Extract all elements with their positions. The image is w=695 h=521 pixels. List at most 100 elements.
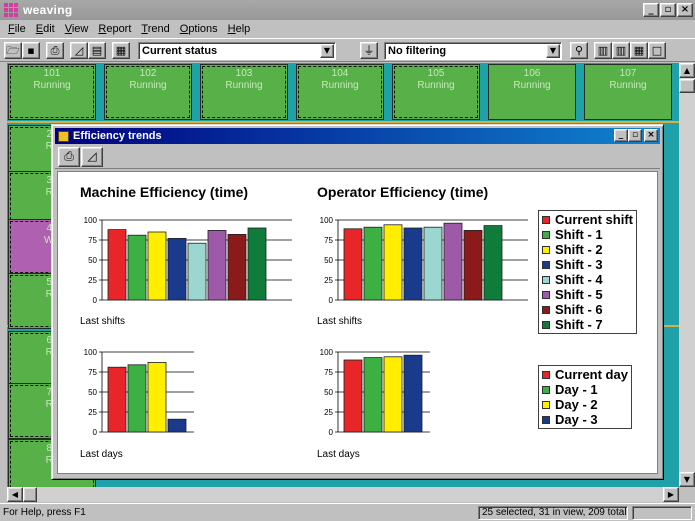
view-medium-icon[interactable]: ▥ bbox=[612, 42, 630, 59]
menu-report[interactable]: Report bbox=[93, 23, 136, 35]
filter-icon[interactable]: ⏚ bbox=[360, 42, 378, 59]
legend-swatch bbox=[542, 320, 550, 329]
chevron-down-icon[interactable]: ▼ bbox=[546, 44, 560, 58]
save-icon[interactable]: ▪ bbox=[22, 42, 40, 59]
open-folder-icon[interactable]: 🗁 bbox=[4, 42, 22, 59]
view-large-icon[interactable]: ▥ bbox=[594, 42, 612, 59]
view-single-icon[interactable]: □ bbox=[648, 42, 666, 59]
filter-select[interactable]: No filtering ▼ bbox=[384, 42, 562, 60]
legend-item: Shift - 3 bbox=[542, 257, 633, 272]
trend-title-bar[interactable]: Efficiency trends _ ▫ × bbox=[55, 128, 660, 144]
machine-shift-caption: Last shifts bbox=[80, 316, 126, 327]
bar-shift-2 bbox=[383, 224, 403, 301]
machine-tile[interactable]: 107 Running bbox=[584, 64, 672, 120]
menu-edit[interactable]: Edit bbox=[31, 23, 60, 35]
maximize-button[interactable]: ▫ bbox=[660, 3, 676, 17]
machine-day-chart: 0 25 50 75 100 bbox=[84, 348, 194, 437]
bar-shift-5 bbox=[443, 222, 463, 301]
bar-day-1 bbox=[127, 364, 147, 433]
horizontal-scrollbar[interactable]: ◀ ▶ bbox=[7, 487, 679, 502]
legend-label: Shift - 7 bbox=[555, 317, 603, 332]
print-preview-icon[interactable]: ▤ bbox=[88, 42, 106, 59]
chart-area: Machine Efficiency (time) Operator Effic… bbox=[57, 171, 658, 474]
legend-item: Shift - 2 bbox=[542, 242, 633, 257]
chart-type-icon[interactable]: ◿ bbox=[81, 147, 103, 167]
day-legend: Current day Day - 1 Day - 2 Day - 3 bbox=[538, 365, 632, 429]
chevron-down-icon[interactable]: ▼ bbox=[320, 44, 334, 58]
search-icon[interactable]: ⚲ bbox=[570, 42, 588, 59]
efficiency-trends-window[interactable]: Efficiency trends _ ▫ × ⎙ ◿ Machine Effi… bbox=[51, 124, 664, 480]
menu-help[interactable]: Help bbox=[223, 23, 256, 35]
bar-day-1 bbox=[363, 357, 383, 433]
legend-item: Shift - 7 bbox=[542, 317, 633, 332]
scroll-down-icon[interactable]: ▼ bbox=[679, 472, 695, 487]
legend-label: Day - 2 bbox=[555, 397, 598, 412]
legend-swatch bbox=[542, 215, 550, 224]
trend-maximize-button[interactable]: ▫ bbox=[628, 129, 642, 142]
y-tick-label: 0 bbox=[329, 296, 334, 305]
machine-status: Running bbox=[225, 80, 263, 91]
y-tick-label: 25 bbox=[88, 408, 97, 417]
legend-label: Shift - 3 bbox=[555, 257, 603, 272]
status-cell bbox=[632, 506, 692, 520]
menu-bar: File Edit View Report Trend Options Help bbox=[0, 20, 695, 38]
legend-item: Shift - 4 bbox=[542, 272, 633, 287]
bar-current-shift bbox=[107, 229, 127, 301]
machine-efficiency-title: Machine Efficiency (time) bbox=[80, 184, 249, 200]
filter-select-value: No filtering bbox=[388, 45, 447, 57]
y-tick-label: 25 bbox=[324, 276, 333, 285]
legend-item: Shift - 5 bbox=[542, 287, 633, 302]
legend-swatch bbox=[542, 415, 550, 424]
bar-shift-4 bbox=[187, 242, 207, 301]
machine-tile[interactable]: 104 Running bbox=[296, 64, 384, 120]
view-small-icon[interactable]: ▦ bbox=[630, 42, 648, 59]
vertical-scrollbar[interactable]: ▲ ▼ bbox=[679, 63, 695, 487]
minimize-button[interactable]: _ bbox=[643, 3, 659, 17]
legend-swatch bbox=[542, 305, 550, 314]
y-tick-label: 100 bbox=[320, 348, 334, 357]
trend-close-button[interactable]: × bbox=[644, 129, 658, 142]
machine-status: Running bbox=[33, 80, 71, 91]
app-title: weaving bbox=[23, 3, 73, 17]
machine-tile[interactable]: 106 Running bbox=[488, 64, 576, 120]
machine-tile[interactable]: 102 Running bbox=[104, 64, 192, 120]
report-icon[interactable]: ▦ bbox=[112, 42, 130, 59]
machine-shift-chart: 0 25 50 75 100 bbox=[84, 216, 292, 305]
machine-status: Running bbox=[609, 80, 647, 91]
machine-tile[interactable]: 101 Running bbox=[8, 64, 96, 120]
app-title-bar[interactable]: weaving _ ▫ × bbox=[0, 0, 695, 20]
y-tick-label: 50 bbox=[88, 388, 97, 397]
status-bar: For Help, press F1 25 selected, 31 in vi… bbox=[0, 503, 695, 521]
legend-item: Day - 2 bbox=[542, 397, 628, 412]
machine-day-caption: Last days bbox=[80, 449, 123, 460]
print-icon[interactable]: ⎙ bbox=[58, 147, 80, 167]
bar-day-2 bbox=[383, 356, 403, 433]
close-button[interactable]: × bbox=[677, 3, 693, 17]
scroll-left-icon[interactable]: ◀ bbox=[7, 487, 23, 502]
trend-minimize-button[interactable]: _ bbox=[614, 129, 628, 142]
y-tick-label: 100 bbox=[320, 216, 334, 225]
machine-tile[interactable]: 105 Running bbox=[392, 64, 480, 120]
y-tick-label: 25 bbox=[88, 276, 97, 285]
legend-item: Current shift bbox=[542, 212, 633, 227]
chart-icon[interactable]: ◿ bbox=[70, 42, 88, 59]
scroll-up-icon[interactable]: ▲ bbox=[679, 63, 695, 78]
y-tick-label: 75 bbox=[324, 368, 333, 377]
machine-number: 103 bbox=[235, 68, 253, 79]
horizontal-scroll-thumb[interactable] bbox=[23, 487, 37, 502]
menu-trend[interactable]: Trend bbox=[136, 23, 174, 35]
print-icon[interactable]: ⎙ bbox=[46, 42, 64, 59]
menu-file[interactable]: File bbox=[3, 23, 31, 35]
shift-legend: Current shift Shift - 1 Shift - 2 Shift - 3… bbox=[538, 210, 637, 334]
legend-swatch bbox=[542, 370, 550, 379]
machine-status: Running bbox=[129, 80, 167, 91]
status-select[interactable]: Current status ▼ bbox=[138, 42, 336, 60]
menu-options[interactable]: Options bbox=[175, 23, 223, 35]
machine-tile[interactable]: 103 Running bbox=[200, 64, 288, 120]
y-tick-label: 0 bbox=[93, 428, 98, 437]
bar-shift-5 bbox=[207, 229, 227, 301]
machine-status: Running bbox=[417, 80, 455, 91]
vertical-scroll-thumb[interactable] bbox=[679, 79, 695, 93]
scroll-right-icon[interactable]: ▶ bbox=[663, 487, 679, 502]
menu-view[interactable]: View bbox=[60, 23, 94, 35]
